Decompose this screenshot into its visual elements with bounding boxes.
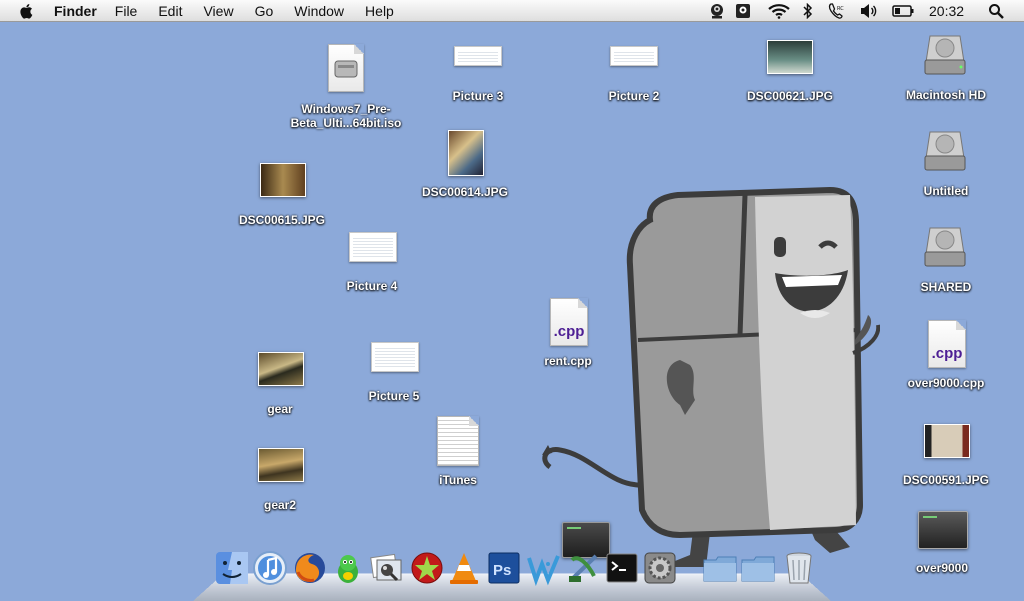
gear2-thumbnail[interactable]	[258, 448, 304, 482]
itunes-file-icon[interactable]	[437, 416, 479, 466]
camera-icon[interactable]	[708, 3, 726, 19]
fridge-wallpaper-illustration	[542, 186, 880, 567]
bluetooth-icon[interactable]	[802, 3, 814, 19]
gear-label[interactable]: gear	[240, 402, 320, 416]
iso-file-label-line2[interactable]: Beta_Ulti...64bit.iso	[276, 116, 416, 130]
menu-help[interactable]: Help	[365, 0, 394, 22]
spotlight-search-icon[interactable]	[988, 3, 1004, 19]
untitled-label[interactable]: Untitled	[900, 184, 992, 198]
rent-cpp-label[interactable]: rent.cpp	[520, 354, 616, 368]
menu-view[interactable]: View	[203, 0, 233, 22]
phone-icon[interactable]: RC	[828, 3, 844, 19]
dsc00615-label[interactable]: DSC00615.JPG	[222, 213, 342, 227]
dsc00591-label[interactable]: DSC00591.JPG	[886, 473, 1006, 487]
over9000-cpp-label[interactable]: over9000.cpp	[890, 376, 1002, 390]
picture4-thumbnail[interactable]	[349, 232, 397, 262]
menu-edit[interactable]: Edit	[158, 0, 182, 22]
picture2-label[interactable]: Picture 2	[586, 89, 682, 103]
shared-disk-icon[interactable]	[922, 224, 968, 270]
adium-icon[interactable]	[330, 550, 366, 586]
menu-bar: Finder File Edit View Go Window Help RC	[0, 0, 1024, 22]
volume-icon[interactable]	[860, 3, 878, 19]
svg-text:RC: RC	[837, 6, 844, 12]
photoshop-icon[interactable]: Ps	[486, 550, 522, 586]
cpp-badge: .cpp	[553, 323, 585, 340]
system-preferences-icon[interactable]	[642, 550, 678, 586]
dsc00614-thumbnail[interactable]	[448, 130, 484, 176]
picture2-thumbnail[interactable]	[610, 46, 658, 66]
dsc00614-label[interactable]: DSC00614.JPG	[405, 185, 525, 199]
trash-icon[interactable]	[781, 550, 817, 586]
menu-finder[interactable]: Finder	[54, 0, 97, 22]
documents-folder-icon[interactable]	[740, 550, 776, 586]
cpp-badge: .cpp	[931, 345, 963, 362]
dsc00621-thumbnail[interactable]	[767, 40, 813, 74]
iso-file-icon[interactable]	[328, 44, 364, 92]
iso-file-label[interactable]: Windows7_Pre-	[276, 102, 416, 116]
firefox-icon[interactable]	[292, 550, 328, 586]
untitled-disk-icon[interactable]	[922, 128, 968, 174]
picture3-thumbnail[interactable]	[454, 46, 502, 66]
picture5-thumbnail[interactable]	[371, 342, 419, 372]
gear2-label[interactable]: gear2	[240, 498, 320, 512]
dsc00591-thumbnail[interactable]	[924, 424, 970, 458]
menu-file[interactable]: File	[115, 0, 138, 22]
wifi-icon[interactable]	[768, 3, 790, 19]
hard-disk-icon[interactable]	[922, 32, 968, 78]
menu-window[interactable]: Window	[294, 0, 344, 22]
gear-thumbnail[interactable]	[258, 352, 304, 386]
picture3-label[interactable]: Picture 3	[430, 89, 526, 103]
terminal-icon[interactable]	[604, 550, 640, 586]
menu-clock[interactable]: 20:32	[929, 0, 964, 22]
webcam-icon[interactable]	[735, 3, 751, 19]
itunes-label[interactable]: iTunes	[418, 473, 498, 487]
over9000-label[interactable]: over9000	[896, 561, 988, 575]
dsc00615-thumbnail[interactable]	[260, 163, 306, 197]
preview-icon[interactable]	[369, 550, 405, 586]
red-app-icon[interactable]	[409, 550, 445, 586]
folder-icon[interactable]	[702, 550, 738, 586]
dreamweaver-icon[interactable]	[526, 550, 562, 586]
finder-icon[interactable]	[214, 550, 250, 586]
xcode-icon[interactable]	[566, 550, 602, 586]
dsc00621-label[interactable]: DSC00621.JPG	[730, 89, 850, 103]
shared-label[interactable]: SHARED	[900, 280, 992, 294]
over9000-cpp-file-icon[interactable]: .cpp	[928, 320, 966, 368]
macintosh-hd-label[interactable]: Macintosh HD	[890, 88, 1002, 102]
svg-text:Ps: Ps	[493, 562, 511, 579]
over9000-terminal-icon[interactable]	[918, 511, 968, 549]
picture4-label[interactable]: Picture 4	[324, 279, 420, 293]
itunes-icon[interactable]	[252, 550, 288, 586]
picture5-label[interactable]: Picture 5	[346, 389, 442, 403]
menu-go[interactable]: Go	[255, 0, 274, 22]
rent-cpp-file-icon[interactable]: .cpp	[550, 298, 588, 346]
vlc-icon[interactable]	[446, 550, 482, 586]
apple-menu-icon[interactable]	[18, 2, 36, 20]
battery-icon[interactable]	[892, 3, 914, 19]
